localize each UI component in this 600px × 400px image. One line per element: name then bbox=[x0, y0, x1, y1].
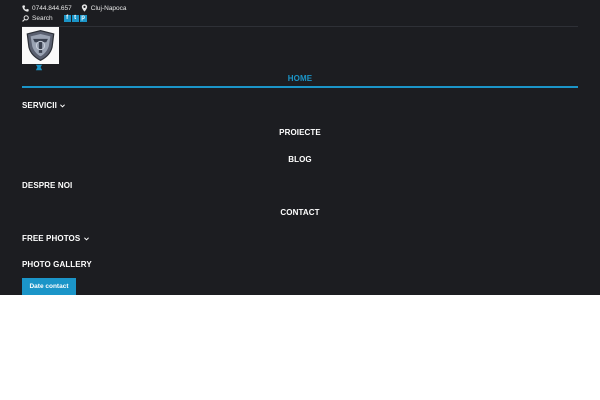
nav-servicii[interactable]: SERVICII bbox=[22, 101, 66, 111]
phone-icon bbox=[22, 4, 29, 12]
search-button[interactable]: Search bbox=[22, 15, 53, 22]
nav-photo-gallery[interactable]: PHOTO GALLERY bbox=[22, 260, 92, 270]
social-links: f t p bbox=[63, 14, 88, 22]
nav-free-photos[interactable]: FREE PHOTOS bbox=[22, 234, 89, 244]
nav-proiecte[interactable]: PROIECTE bbox=[22, 128, 578, 138]
nav-contact[interactable]: CONTACT bbox=[22, 208, 578, 218]
location-link[interactable]: Cluj-Napoca bbox=[81, 4, 127, 12]
nav-servicii-label: SERVICII bbox=[22, 101, 57, 110]
date-contact-button[interactable]: Date contact bbox=[22, 278, 76, 295]
mobile-menu-icon[interactable] bbox=[35, 64, 43, 71]
shield-logo-icon bbox=[26, 30, 55, 62]
chevron-down-icon bbox=[60, 104, 66, 108]
search-label: Search bbox=[32, 14, 53, 22]
top-bar: 0744.844.657 Cluj-Napoca Search f t p bbox=[22, 3, 136, 23]
location-text: Cluj-Napoca bbox=[90, 4, 127, 12]
facebook-icon[interactable]: f bbox=[63, 14, 71, 22]
phone-link[interactable]: 0744.844.657 bbox=[22, 5, 72, 12]
map-pin-icon bbox=[81, 4, 87, 12]
nav-despre-noi[interactable]: DESPRE NOI bbox=[22, 181, 72, 191]
nav-active-underline bbox=[22, 86, 578, 88]
site-logo[interactable] bbox=[22, 27, 59, 64]
chevron-down-icon bbox=[83, 237, 89, 241]
pinterest-icon[interactable]: p bbox=[79, 14, 87, 22]
nav-free-photos-label: FREE PHOTOS bbox=[22, 234, 81, 243]
top-divider bbox=[22, 26, 578, 27]
twitter-icon[interactable]: t bbox=[71, 14, 79, 22]
site-header: 0744.844.657 Cluj-Napoca Search f t p HO… bbox=[0, 0, 600, 295]
nav-blog[interactable]: BLOG bbox=[22, 155, 578, 165]
nav-home[interactable]: HOME bbox=[22, 74, 578, 84]
search-icon bbox=[22, 14, 29, 22]
phone-number: 0744.844.657 bbox=[32, 4, 72, 12]
